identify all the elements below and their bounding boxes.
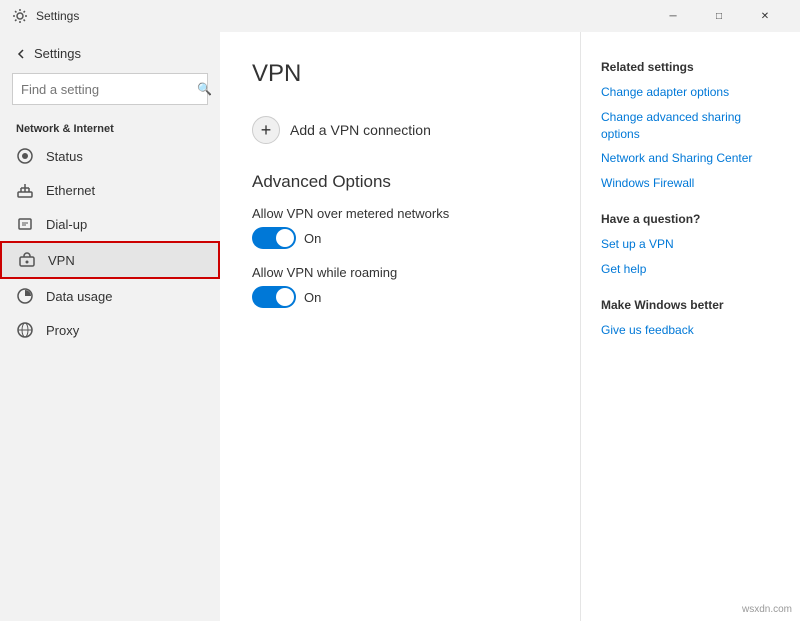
sidebar-item-vpn[interactable]: VPN <box>0 241 220 279</box>
search-input[interactable] <box>21 82 197 97</box>
have-a-question-title: Have a question? <box>601 212 780 226</box>
ethernet-icon <box>16 181 34 199</box>
toggle-metered-switch[interactable] <box>252 227 296 249</box>
sidebar-item-status[interactable]: Status <box>0 139 220 173</box>
link-windows-firewall[interactable]: Windows Firewall <box>601 175 780 192</box>
settings-app-icon <box>12 8 28 24</box>
sidebar-item-vpn-label: VPN <box>48 253 75 268</box>
title-bar-controls: ─ □ ✕ <box>650 0 788 32</box>
main-container: Settings 🔍 Network & Internet Status <box>0 32 800 621</box>
link-change-advanced-sharing[interactable]: Change advanced sharing options <box>601 109 780 143</box>
sidebar-item-ethernet[interactable]: Ethernet <box>0 173 220 207</box>
sidebar-back-label: Settings <box>34 46 81 61</box>
sidebar-back-button[interactable]: Settings <box>0 40 220 67</box>
sidebar-item-dialup[interactable]: Dial-up <box>0 207 220 241</box>
title-bar-title: Settings <box>36 9 79 23</box>
toggle-roaming-state: On <box>304 290 321 305</box>
add-vpn-label: Add a VPN connection <box>290 122 431 138</box>
sidebar-item-dialup-label: Dial-up <box>46 217 87 232</box>
sidebar-item-status-label: Status <box>46 149 83 164</box>
sidebar-item-ethernet-label: Ethernet <box>46 183 95 198</box>
sidebar-item-proxy-label: Proxy <box>46 323 79 338</box>
vpn-icon <box>18 251 36 269</box>
add-vpn-button[interactable]: + Add a VPN connection <box>252 112 548 148</box>
sidebar-section-label: Network & Internet <box>0 111 220 139</box>
toggle-metered-label: Allow VPN over metered networks <box>252 206 548 221</box>
content-area: VPN + Add a VPN connection Advanced Opti… <box>220 32 580 621</box>
search-box[interactable]: 🔍 <box>12 73 208 105</box>
link-get-help[interactable]: Get help <box>601 261 780 278</box>
minimize-button[interactable]: ─ <box>650 0 696 32</box>
toggle-roaming-row: Allow VPN while roaming On <box>252 265 548 308</box>
sidebar-item-proxy[interactable]: Proxy <box>0 313 220 347</box>
have-a-question-section: Have a question? Set up a VPN Get help <box>601 212 780 278</box>
watermark: wsxdn.com <box>742 604 792 615</box>
search-icon: 🔍 <box>197 82 212 96</box>
toggle-metered-wrap: On <box>252 227 548 249</box>
add-vpn-plus-icon: + <box>252 116 280 144</box>
toggle-roaming-label: Allow VPN while roaming <box>252 265 548 280</box>
proxy-icon <box>16 321 34 339</box>
dialup-icon <box>16 215 34 233</box>
link-set-up-vpn[interactable]: Set up a VPN <box>601 236 780 253</box>
close-button[interactable]: ✕ <box>742 0 788 32</box>
sidebar-item-datausage-label: Data usage <box>46 289 113 304</box>
link-give-feedback[interactable]: Give us feedback <box>601 322 780 339</box>
make-windows-better-title: Make Windows better <box>601 298 780 312</box>
maximize-button[interactable]: □ <box>696 0 742 32</box>
make-windows-better-section: Make Windows better Give us feedback <box>601 298 780 339</box>
toggle-metered-row: Allow VPN over metered networks On <box>252 206 548 249</box>
page-title: VPN <box>252 60 548 88</box>
back-arrow-icon <box>16 49 26 59</box>
datausage-icon <box>16 287 34 305</box>
title-bar: Settings ─ □ ✕ <box>0 0 800 32</box>
link-network-sharing-center[interactable]: Network and Sharing Center <box>601 150 780 167</box>
sidebar: Settings 🔍 Network & Internet Status <box>0 32 220 621</box>
toggle-metered-state: On <box>304 231 321 246</box>
toggle-roaming-wrap: On <box>252 286 548 308</box>
right-panel: Related settings Change adapter options … <box>580 32 800 621</box>
sidebar-item-data-usage[interactable]: Data usage <box>0 279 220 313</box>
toggle-roaming-switch[interactable] <box>252 286 296 308</box>
title-bar-left: Settings <box>12 8 650 24</box>
status-icon <box>16 147 34 165</box>
advanced-options-heading: Advanced Options <box>252 172 548 192</box>
link-change-adapter[interactable]: Change adapter options <box>601 84 780 101</box>
related-settings-title: Related settings <box>601 60 780 74</box>
